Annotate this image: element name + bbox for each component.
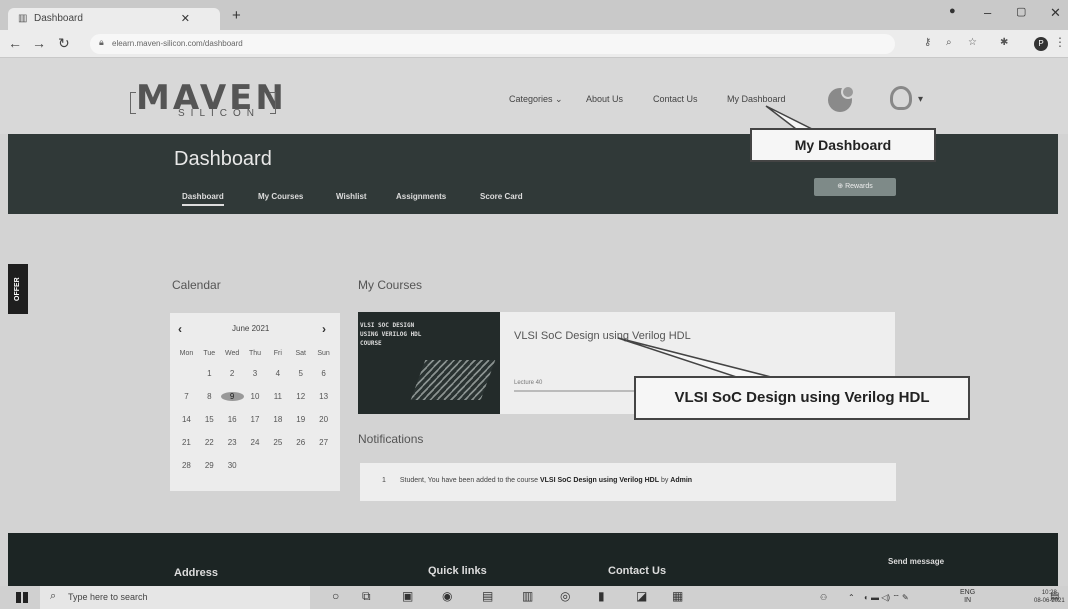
bookmark-star-icon[interactable]: ☆ xyxy=(968,37,977,48)
website: MAVEN SILICON Categories ⌄ About Us Cont… xyxy=(0,58,1068,586)
minimize-icon[interactable]: – xyxy=(984,5,991,20)
zoom-icon[interactable]: ⌕ xyxy=(946,37,952,48)
address-bar-row: ← → ↻ 🔒︎ elearn.maven-silicon.com/dashbo… xyxy=(0,30,1068,58)
lang-code: ENG xyxy=(960,589,976,596)
app-icon[interactable]: ▮ xyxy=(598,589,605,603)
screen: ▥ Dashboard ✕ + ● – ▢ ✕ ← → ↻ 🔒︎ elearn.… xyxy=(0,0,1068,609)
app-icon[interactable]: ▤ xyxy=(482,589,493,603)
url-field[interactable]: 🔒︎ elearn.maven-silicon.com/dashboard xyxy=(90,34,895,54)
maximize-icon[interactable]: ▢ xyxy=(1016,5,1026,18)
extensions-icon[interactable]: ✱ xyxy=(1000,37,1008,48)
url-text: elearn.maven-silicon.com/dashboard xyxy=(112,39,243,48)
new-tab-icon[interactable]: + xyxy=(232,7,241,24)
browser-tab[interactable]: ▥ Dashboard ✕ xyxy=(8,8,220,30)
browser-tab-strip: ▥ Dashboard ✕ + ● – ▢ ✕ xyxy=(0,0,1068,30)
footer-address: Address xyxy=(174,567,219,579)
region-code: IN xyxy=(964,597,972,604)
close-tab-icon[interactable]: ✕ xyxy=(181,12,190,25)
cortana-icon[interactable]: ○ xyxy=(332,589,339,603)
footer-quick-links: Quick links xyxy=(428,565,487,577)
browser-tab-title: Dashboard xyxy=(34,13,83,24)
site-favicon-icon: ▥ xyxy=(18,13,28,24)
windows-taskbar: ⌕ Type here to search ○ ⧉ ▣ ◉ ▤ ▥ ◎ ▮ ◪ … xyxy=(0,586,1068,609)
people-icon[interactable]: ⚇ xyxy=(820,593,827,602)
footer-contact: Contact Us xyxy=(608,565,667,577)
app-icon[interactable]: ▦ xyxy=(672,589,683,603)
search-icon: ⌕ xyxy=(50,590,57,602)
windows-start-icon[interactable] xyxy=(16,592,28,603)
app-icon[interactable]: ▣ xyxy=(402,589,413,603)
task-view-icon[interactable]: ⧉ xyxy=(362,589,371,604)
send-message-button[interactable]: Send message xyxy=(888,557,944,566)
reload-icon[interactable]: ↻ xyxy=(58,35,70,52)
dashboard-callout: My Dashboard xyxy=(750,128,936,162)
tray-overflow-icon[interactable]: ⌃ xyxy=(848,593,855,602)
taskbar-search-placeholder: Type here to search xyxy=(68,592,148,602)
course-callout: VLSI SoC Design using Verilog HDL xyxy=(634,376,970,420)
app-icon[interactable]: ▥ xyxy=(522,589,533,603)
language-indicator[interactable]: ENG IN xyxy=(960,589,975,605)
close-window-icon[interactable]: ✕ xyxy=(1050,5,1061,21)
back-icon[interactable]: ← xyxy=(8,35,22,51)
account-dot-icon[interactable]: ● xyxy=(949,5,956,17)
key-icon[interactable]: ⚷ xyxy=(924,37,931,48)
system-tray-icons[interactable]: ◐ ▬ ◁) ⌔ ✎ xyxy=(864,593,909,603)
forward-icon[interactable]: → xyxy=(32,35,46,51)
site-footer: Address Quick links Contact Us Send mess… xyxy=(8,533,1058,586)
app-icon[interactable]: ◎ xyxy=(560,589,570,603)
browser-menu-icon[interactable]: ⋮ xyxy=(1054,35,1066,49)
taskbar-search[interactable]: ⌕ Type here to search xyxy=(40,586,310,609)
chrome-icon[interactable]: ◉ xyxy=(442,589,452,603)
lock-icon: 🔒︎ xyxy=(99,37,104,47)
notifications-icon[interactable]: ▤ xyxy=(1050,591,1059,602)
app-icon[interactable]: ◪ xyxy=(636,589,647,603)
browser-profile-avatar[interactable]: P xyxy=(1034,37,1048,51)
